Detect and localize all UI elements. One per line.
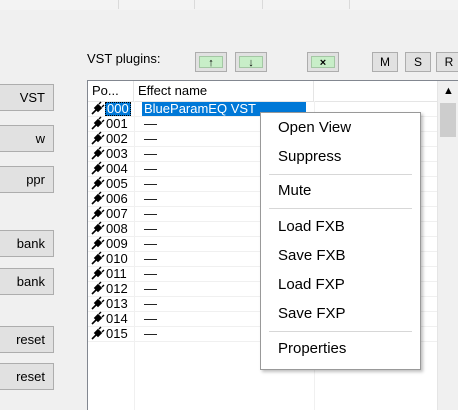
divider bbox=[118, 0, 119, 9]
effect-name: — bbox=[144, 116, 157, 131]
slot-number: 007 bbox=[106, 206, 128, 221]
vst-button[interactable]: VST bbox=[0, 84, 54, 111]
view-button[interactable]: w bbox=[0, 125, 54, 152]
mute-all-button[interactable]: M bbox=[372, 52, 398, 72]
effect-name: — bbox=[144, 326, 157, 341]
effect-name: — bbox=[144, 281, 157, 296]
effect-name: — bbox=[144, 131, 157, 146]
menu-separator bbox=[269, 208, 412, 209]
slot-number: 003 bbox=[106, 146, 128, 161]
plug-icon bbox=[91, 251, 105, 265]
menu-item-load-fxp[interactable]: Load FXP bbox=[261, 273, 420, 297]
scroll-up-icon[interactable]: ▲ bbox=[438, 81, 458, 101]
plug-icon bbox=[91, 281, 105, 295]
effect-name: — bbox=[144, 206, 157, 221]
vertical-scrollbar[interactable]: ▲ bbox=[437, 81, 458, 410]
list-header: Po... Effect name bbox=[88, 81, 438, 102]
plug-icon bbox=[91, 221, 105, 235]
menu-item-load-fxb[interactable]: Load FXB bbox=[261, 215, 420, 239]
effect-name: — bbox=[144, 296, 157, 311]
plug-icon bbox=[91, 236, 105, 250]
arrow-down-icon: ↓ bbox=[239, 56, 263, 69]
move-up-button[interactable]: ↑ bbox=[195, 52, 227, 72]
save-preset-button[interactable]: reset bbox=[0, 363, 54, 390]
effect-name: — bbox=[144, 311, 157, 326]
divider bbox=[349, 0, 350, 9]
menu-item-suppress[interactable]: Suppress bbox=[261, 145, 420, 169]
save-bank-button[interactable]: bank bbox=[0, 268, 54, 295]
plug-icon bbox=[91, 206, 105, 220]
effect-name: — bbox=[144, 176, 157, 191]
slot-number: 009 bbox=[106, 236, 128, 251]
menu-item-save-fxb[interactable]: Save FXB bbox=[261, 244, 420, 268]
effect-name: — bbox=[144, 191, 157, 206]
slot-number: 011 bbox=[106, 266, 127, 281]
menu-item-mute[interactable]: Mute bbox=[261, 179, 420, 203]
load-bank-button[interactable]: bank bbox=[0, 230, 54, 257]
plug-icon bbox=[91, 311, 105, 325]
context-menu: Open View Suppress Mute Load FXB Save FX… bbox=[260, 112, 421, 370]
slot-number: 005 bbox=[106, 176, 128, 191]
menu-item-save-fxp[interactable]: Save FXP bbox=[261, 302, 420, 326]
slot-number: 015 bbox=[106, 326, 128, 341]
scroll-thumb[interactable] bbox=[440, 103, 456, 137]
slot-number: 014 bbox=[106, 311, 128, 326]
plug-icon bbox=[91, 191, 105, 205]
slot-number: 008 bbox=[106, 221, 128, 236]
menu-separator bbox=[269, 174, 412, 175]
plug-icon bbox=[91, 296, 105, 310]
plug-icon bbox=[91, 266, 105, 280]
plug-icon bbox=[91, 101, 105, 115]
plug-icon bbox=[91, 146, 105, 160]
effect-name: — bbox=[144, 221, 157, 236]
plug-icon bbox=[91, 116, 105, 130]
divider bbox=[194, 0, 195, 9]
move-down-button[interactable]: ↓ bbox=[235, 52, 267, 72]
menu-item-open-view[interactable]: Open View bbox=[261, 116, 420, 140]
effect-name: — bbox=[144, 161, 157, 176]
r-button[interactable]: R bbox=[436, 52, 458, 72]
effect-name: — bbox=[144, 236, 157, 251]
divider bbox=[262, 0, 263, 9]
solo-button[interactable]: S bbox=[405, 52, 431, 72]
slot-number: 013 bbox=[106, 296, 128, 311]
menu-separator bbox=[269, 331, 412, 332]
column-header-effect-name[interactable]: Effect name bbox=[134, 81, 314, 101]
plug-icon bbox=[91, 161, 105, 175]
plug-icon bbox=[91, 176, 105, 190]
column-header-position[interactable]: Po... bbox=[88, 81, 134, 101]
slot-number: 012 bbox=[106, 281, 128, 296]
slot-number: 010 bbox=[106, 251, 128, 266]
vst-plugins-label: VST plugins: bbox=[87, 51, 161, 66]
plug-icon bbox=[91, 131, 105, 145]
properties-button[interactable]: ppr bbox=[0, 166, 54, 193]
arrow-up-icon: ↑ bbox=[199, 56, 223, 69]
close-icon: × bbox=[311, 56, 335, 69]
plug-icon bbox=[91, 326, 105, 340]
slot-number: 000 bbox=[105, 101, 131, 116]
remove-plugin-button[interactable]: × bbox=[307, 52, 339, 72]
effect-name: — bbox=[144, 146, 157, 161]
load-preset-button[interactable]: reset bbox=[0, 326, 54, 353]
slot-number: 002 bbox=[106, 131, 128, 146]
top-strip bbox=[0, 0, 458, 10]
slot-number: 006 bbox=[106, 191, 128, 206]
slot-number: 001 bbox=[106, 116, 128, 131]
effect-name: — bbox=[144, 251, 157, 266]
slot-number: 004 bbox=[106, 161, 128, 176]
effect-name: — bbox=[144, 266, 157, 281]
menu-item-properties[interactable]: Properties bbox=[261, 337, 420, 361]
